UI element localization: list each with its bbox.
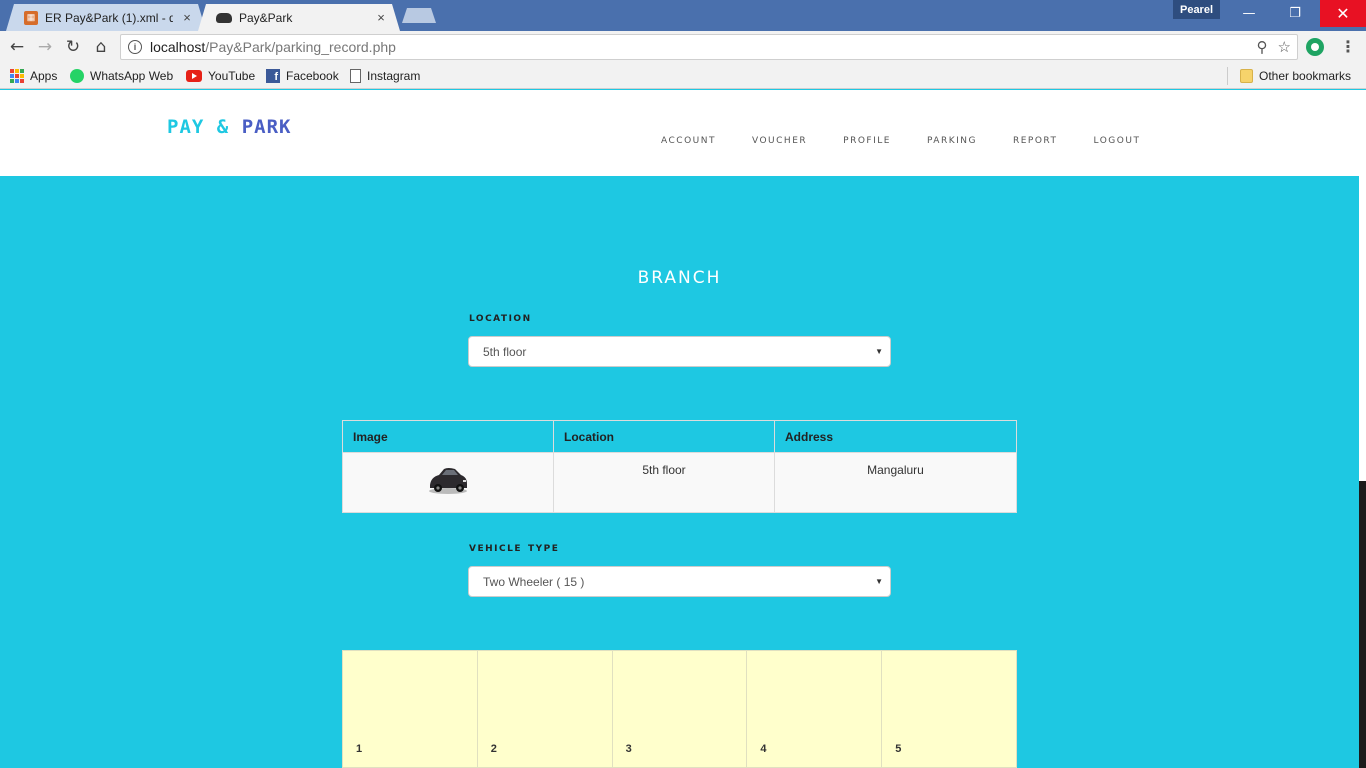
brand-pay: PAY [167, 116, 205, 138]
branch-image-cell [342, 452, 554, 513]
table-header-row: Image Location Address [342, 420, 1017, 453]
bookmark-instagram[interactable]: Instagram [350, 67, 420, 85]
minimize-button[interactable]: — [1226, 0, 1272, 27]
branch-address-cell: Mangaluru [774, 452, 1017, 513]
main-nav: Account Voucher Profile Parking Report L… [661, 132, 1140, 147]
bookmark-apps[interactable]: Apps [10, 67, 57, 85]
url-host: localhost [150, 39, 206, 55]
parking-slot[interactable]: 5 [882, 651, 1016, 767]
dropdown-caret-icon: ▼ [875, 347, 883, 356]
scrollbar-track-lower [1359, 481, 1366, 768]
bookmark-label: Apps [30, 69, 58, 83]
page-title: Branch [637, 261, 722, 289]
url-path: /Pay&Park/parking_record.php [205, 39, 396, 55]
zoom-icon[interactable]: ⚲ [1257, 38, 1268, 56]
vehicle-selected-value: Two Wheeler ( 15 ) [483, 574, 585, 589]
slot-number: 3 [625, 743, 632, 755]
close-tab-icon[interactable]: × [180, 10, 194, 25]
nav-voucher[interactable]: Voucher [752, 132, 807, 147]
column-header-image: Image [342, 420, 554, 453]
bookmarks-divider [1227, 67, 1228, 85]
vehicle-type-select[interactable]: Two Wheeler ( 15 ) ▼ [468, 566, 891, 597]
forward-arrow-icon[interactable]: → [34, 36, 56, 58]
restore-button[interactable]: ❐ [1272, 0, 1318, 27]
bookmark-label: YouTube [208, 69, 256, 83]
bookmark-youtube[interactable]: YouTube [186, 67, 255, 85]
address-bar[interactable]: i localhost/Pay&Park/parking_record.php … [120, 34, 1298, 60]
parking-slot[interactable]: 2 [477, 651, 613, 767]
dropdown-caret-icon: ▼ [875, 577, 883, 586]
bookmark-label: WhatsApp Web [90, 69, 174, 83]
close-tab-icon[interactable]: × [374, 10, 388, 25]
nav-account[interactable]: Account [661, 132, 716, 147]
slot-number: 5 [895, 743, 902, 755]
branch-location-cell: 5th floor [553, 452, 775, 513]
car-image-icon [429, 468, 467, 494]
new-tab-button[interactable] [402, 8, 436, 23]
car-favicon-icon [216, 12, 232, 23]
bookmark-other[interactable]: Other bookmarks [1240, 67, 1351, 85]
browser-titlebar: ▦ ER Pay&Park (1).xml - dra × Pay&Park ×… [0, 0, 1366, 31]
table-row: 5th floor Mangaluru [342, 452, 1017, 513]
parking-slot[interactable]: 1 [343, 651, 478, 767]
home-icon[interactable]: ⌂ [90, 36, 112, 58]
scrollbar-track[interactable] [1359, 176, 1366, 481]
bookmark-star-icon[interactable]: ☆ [1278, 38, 1291, 56]
slot-number: 2 [490, 743, 497, 755]
slot-number: 1 [356, 743, 363, 755]
parking-slot[interactable]: 4 [747, 651, 883, 767]
profile-button[interactable]: Pearel [1173, 0, 1220, 19]
parking-slot[interactable]: 3 [612, 651, 748, 767]
location-selected-value: 5th floor [483, 344, 527, 359]
chrome-menu-icon[interactable]: ⋮ [1340, 37, 1356, 56]
page-icon [350, 69, 361, 83]
youtube-icon [186, 70, 202, 82]
nav-logout[interactable]: Logout [1094, 132, 1141, 147]
location-select[interactable]: 5th floor ▼ [468, 336, 891, 367]
tab-pay-and-park[interactable]: Pay&Park × [198, 4, 400, 31]
site-logo[interactable]: PAY & PARK [167, 116, 291, 138]
brand-amp: & [216, 116, 230, 138]
apps-grid-icon [10, 69, 24, 83]
close-window-button[interactable]: ✕ [1320, 0, 1366, 27]
whatsapp-icon [70, 69, 84, 83]
branch-table: Image Location Address 5th floor Mangalu… [342, 420, 1017, 513]
reload-icon[interactable]: ↻ [62, 36, 84, 58]
tab-title: ER Pay&Park (1).xml - dra [45, 10, 173, 25]
extension-eye-icon[interactable] [1306, 38, 1324, 56]
slot-number: 4 [760, 743, 767, 755]
site-header: PAY & PARK Account Voucher Profile Parki… [0, 90, 1366, 176]
bookmark-label: Facebook [286, 69, 339, 83]
column-header-location: Location [553, 420, 775, 453]
nav-report[interactable]: Report [1013, 132, 1058, 147]
bookmarks-bar: Apps WhatsApp Web YouTube f Facebook Ins… [0, 63, 1366, 89]
facebook-icon: f [266, 69, 280, 83]
tab-er-diagram[interactable]: ▦ ER Pay&Park (1).xml - dra × [6, 4, 206, 31]
site-info-icon[interactable]: i [128, 40, 142, 54]
drawio-favicon-icon: ▦ [24, 10, 38, 25]
folder-icon [1240, 69, 1253, 83]
browser-toolbar: ← → ↻ ⌂ i localhost/Pay&Park/parking_rec… [0, 31, 1366, 63]
location-label: Location [469, 310, 532, 325]
parking-slot-grid: 1 2 3 4 5 [342, 650, 1017, 768]
brand-park: PARK [241, 116, 292, 138]
bookmark-whatsapp[interactable]: WhatsApp Web [70, 67, 173, 85]
column-header-address: Address [774, 420, 1017, 453]
bookmark-facebook[interactable]: f Facebook [266, 67, 339, 85]
nav-parking[interactable]: Parking [927, 132, 977, 147]
bookmark-label: Other bookmarks [1259, 69, 1352, 83]
url-text[interactable]: localhost/Pay&Park/parking_record.php [150, 39, 396, 55]
bookmark-label: Instagram [367, 69, 421, 83]
nav-profile[interactable]: Profile [843, 132, 891, 147]
vehicle-type-label: Vehicle type [469, 540, 560, 555]
back-arrow-icon[interactable]: ← [6, 36, 28, 58]
tab-title: Pay&Park [239, 10, 293, 25]
